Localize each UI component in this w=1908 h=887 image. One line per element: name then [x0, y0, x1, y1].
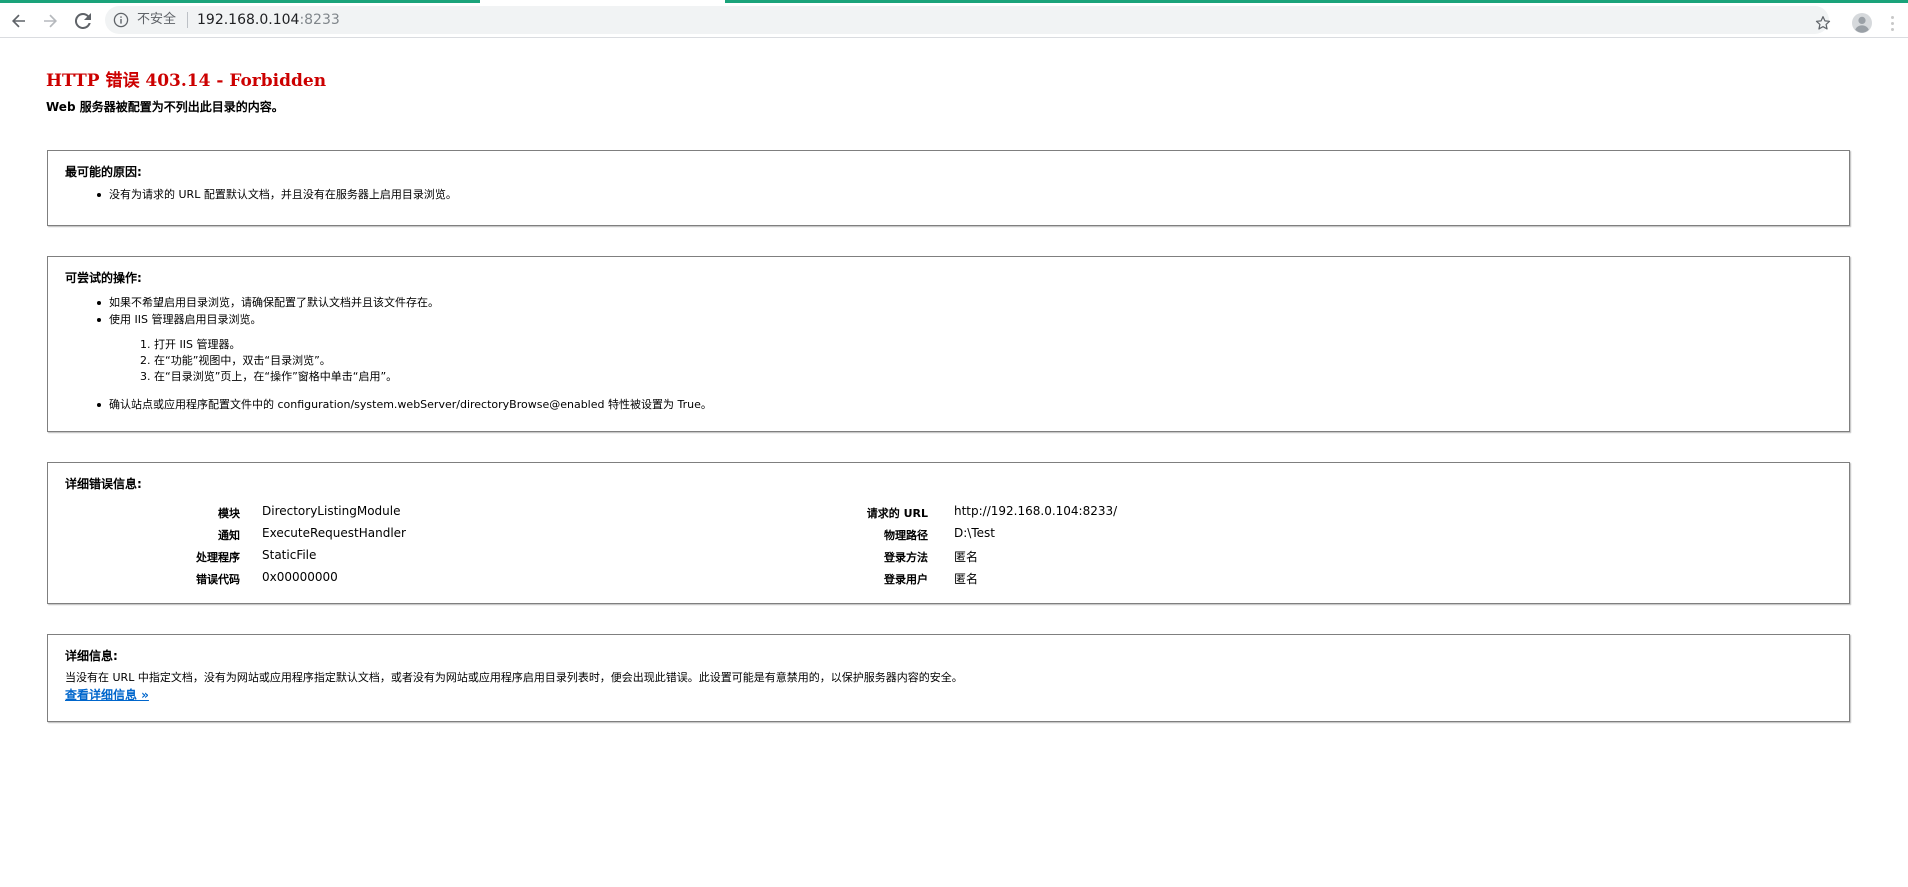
- detail-label: 错误代码: [196, 573, 240, 586]
- url-text[interactable]: 192.168.0.104:8233: [197, 12, 340, 28]
- info-icon[interactable]: [113, 12, 129, 28]
- address-divider: [187, 12, 188, 28]
- back-button[interactable]: [6, 8, 32, 34]
- list-item: 使用 IIS 管理器启用目录浏览。: [96, 313, 262, 326]
- detail-value: 0x00000000: [262, 570, 338, 584]
- detail-label: 物理路径: [884, 529, 928, 542]
- menu-dots-icon[interactable]: [1885, 12, 1899, 34]
- actions-panel: 可尝试的操作: 如果不希望启用目录浏览，请确保配置了默认文档并且该文件存在。 使…: [47, 256, 1850, 432]
- security-label[interactable]: 不安全: [137, 12, 176, 28]
- actions-heading: 可尝试的操作:: [65, 271, 142, 285]
- browser-toolbar: 不安全 192.168.0.104:8233: [0, 3, 1908, 38]
- bookmark-star-button[interactable]: [1812, 12, 1834, 34]
- detail-label: 登录用户: [884, 573, 928, 586]
- detail-label: 模块: [218, 507, 240, 520]
- profile-avatar-icon[interactable]: [1851, 12, 1873, 34]
- detail-value: StaticFile: [262, 548, 317, 562]
- detail-value: D:\Test: [954, 526, 995, 540]
- back-arrow-icon: [12, 14, 25, 28]
- detail-value: 匿名: [954, 572, 979, 586]
- list-item: 确认站点或应用程序配置文件中的 configuration/system.web…: [97, 398, 712, 411]
- list-item: 如果不希望启用目录浏览，请确保配置了默认文档并且该文件存在。: [97, 296, 439, 309]
- error-subtitle: Web 服务器被配置为不列出此目录的内容。: [46, 100, 284, 114]
- cause-heading: 最可能的原因:: [65, 165, 142, 179]
- detail-value: ExecuteRequestHandler: [262, 526, 406, 540]
- star-icon: [1815, 16, 1831, 30]
- details-heading: 详细错误信息:: [65, 477, 142, 491]
- more-info-heading: 详细信息:: [65, 649, 118, 663]
- forward-button[interactable]: [37, 8, 63, 34]
- list-item: 3. 在“目录浏览”页上，在“操作”窗格中单击“启用”。: [140, 370, 398, 383]
- detail-label: 请求的 URL: [866, 507, 928, 520]
- more-info-panel: 详细信息: 当没有在 URL 中指定文档，没有为网站或应用程序指定默认文档，或者…: [47, 634, 1850, 722]
- detail-label: 处理程序: [196, 551, 240, 564]
- detail-value: http://192.168.0.104:8233/: [954, 504, 1118, 518]
- url-port: :8233: [299, 12, 340, 28]
- error-title: HTTP 错误 403.14 - Forbidden: [46, 71, 327, 91]
- reload-button[interactable]: [70, 8, 96, 34]
- list-item: 2. 在“功能”视图中，双击“目录浏览”。: [140, 354, 331, 367]
- more-info-text: 当没有在 URL 中指定文档，没有为网站或应用程序指定默认文档，或者没有为网站或…: [65, 671, 963, 684]
- reload-icon: [75, 13, 91, 29]
- more-info-link[interactable]: 查看详细信息 »: [65, 686, 149, 703]
- forward-arrow-icon: [44, 14, 57, 28]
- detail-value: 匿名: [954, 550, 979, 564]
- cause-panel: 最可能的原因: 没有为请求的 URL 配置默认文档，并且没有在服务器上启用目录浏…: [47, 150, 1850, 226]
- list-item: 没有为请求的 URL 配置默认文档，并且没有在服务器上启用目录浏览。: [97, 188, 457, 201]
- detail-value: DirectoryListingModule: [262, 504, 401, 518]
- detail-label: 登录方法: [884, 551, 928, 564]
- address-bar[interactable]: 不安全 192.168.0.104:8233: [105, 6, 1829, 34]
- details-panel: 详细错误信息: 模块 DirectoryListingModule 通知 Exe…: [47, 462, 1850, 604]
- list-item: 1. 打开 IIS 管理器。: [140, 338, 241, 351]
- url-host: 192.168.0.104: [197, 12, 300, 28]
- detail-label: 通知: [218, 529, 240, 542]
